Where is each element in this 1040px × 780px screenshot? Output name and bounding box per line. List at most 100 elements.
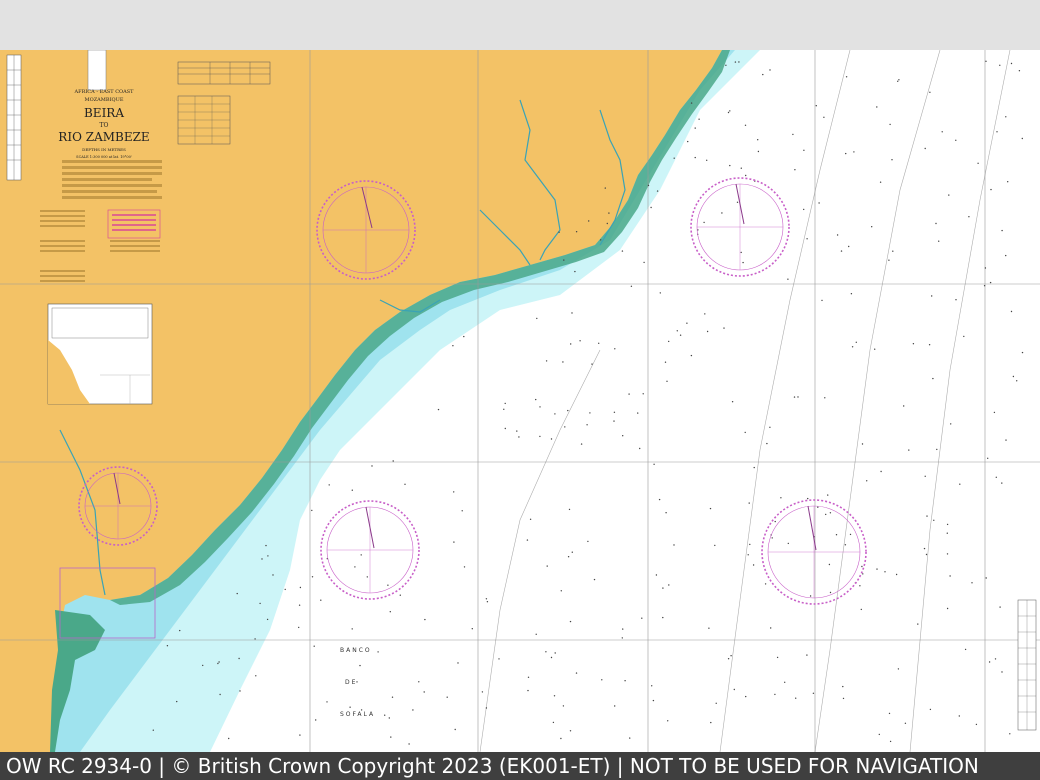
sounding-mark [614, 348, 616, 350]
sounding-mark [586, 424, 588, 426]
sounding-mark [1007, 181, 1009, 183]
sounding-mark [359, 664, 361, 667]
sounding-mark [749, 543, 751, 546]
sounding-mark [723, 327, 725, 329]
sounding-mark [733, 688, 735, 691]
sounding-mark [745, 174, 747, 177]
sounding-mark [418, 681, 420, 683]
sounding-mark [806, 654, 808, 656]
sounding-mark [889, 740, 892, 743]
sounding-mark [454, 728, 456, 731]
sounding-mark [535, 633, 537, 635]
sounding-mark [932, 377, 934, 380]
sounding-mark [955, 299, 957, 301]
sounding-mark [437, 408, 440, 411]
sounding-mark [647, 184, 650, 187]
sounding-mark [284, 588, 286, 591]
sounding-mark [404, 483, 406, 485]
sounding-mark [727, 111, 730, 114]
sounding-mark [975, 723, 978, 726]
sounding-mark [621, 250, 624, 252]
sounding-mark [866, 480, 868, 482]
sounding-mark [948, 194, 950, 196]
sounding-mark [546, 565, 548, 567]
sounding-mark [771, 537, 773, 539]
sounding-mark [527, 676, 530, 678]
sounding-mark [622, 628, 624, 630]
sounding-mark [710, 721, 712, 724]
copyright-caption: OW RC 2934-0 | © British Crown Copyright… [0, 752, 1040, 780]
sounding-mark [855, 341, 857, 343]
sounding-mark [651, 685, 653, 687]
sounding-mark [938, 240, 940, 242]
sounding-mark [360, 554, 362, 556]
sounding-mark [787, 278, 789, 280]
sounding-mark [463, 335, 465, 338]
sounding-mark [539, 406, 541, 408]
sounding-mark [825, 513, 827, 516]
sounding-mark [851, 346, 854, 348]
sounding-mark [662, 616, 664, 619]
sounding-mark [731, 401, 734, 403]
sounding-mark [166, 645, 169, 647]
sounding-mark [744, 431, 746, 434]
chart-subtitle-1: DEPTHS IN METRES [82, 147, 126, 152]
sounding-mark [481, 691, 484, 693]
sounding-mark [853, 151, 855, 153]
sounding-mark [821, 299, 823, 302]
sounding-mark [842, 685, 844, 688]
sounding-mark [703, 221, 705, 224]
sounding-mark [1005, 254, 1007, 257]
sounding-mark [575, 672, 578, 674]
sounding-mark [946, 532, 948, 534]
sounding-mark [935, 222, 937, 225]
sounding-mark [567, 409, 569, 412]
sounding-mark [824, 397, 826, 399]
sounding-mark [776, 656, 779, 659]
sounding-mark [504, 402, 506, 405]
sounding-mark [704, 313, 706, 315]
sounding-mark [266, 618, 269, 621]
sounding-mark [679, 334, 682, 336]
sounding-mark [829, 512, 832, 514]
sounding-mark [690, 354, 693, 357]
sounding-mark [628, 393, 630, 395]
sounding-mark [715, 702, 717, 704]
sounding-mark [446, 696, 448, 698]
sounding-mark [946, 607, 949, 610]
sounding-mark [742, 261, 744, 264]
sounding-mark [827, 494, 829, 496]
sounding-mark [849, 533, 852, 536]
sounding-mark [1021, 137, 1023, 140]
sounding-mark [941, 131, 943, 133]
sounding-mark [313, 645, 315, 647]
sounding-mark [757, 139, 759, 141]
sounding-mark [238, 657, 240, 660]
sounding-mark [217, 662, 219, 665]
sounding-mark [624, 680, 626, 682]
nautical-chart[interactable]: AFRICA - EAST COAST MOZAMBIQUE BEIRA TO … [0, 50, 1040, 752]
sounding-mark [931, 295, 933, 297]
sounding-mark [614, 705, 616, 707]
banco-label-1: BANCO [340, 647, 372, 654]
sounding-mark [725, 64, 727, 66]
sounding-mark [984, 267, 987, 269]
sounding-mark [571, 551, 573, 553]
sounding-mark [668, 584, 670, 586]
sounding-mark [516, 430, 518, 432]
sounding-mark [792, 133, 794, 136]
sounding-mark [797, 396, 799, 398]
sounding-mark [1018, 70, 1021, 72]
sounding-mark [639, 447, 641, 450]
sounding-mark [604, 187, 606, 189]
sounding-mark [569, 730, 572, 732]
sounding-mark [1010, 62, 1013, 65]
sounding-mark [650, 206, 652, 209]
sounding-mark [408, 743, 410, 745]
sounding-mark [729, 110, 731, 112]
sounding-mark [803, 149, 805, 151]
sounding-mark [955, 139, 957, 141]
sounding-mark [621, 637, 623, 639]
sounding-mark [950, 423, 952, 425]
region-line-1: AFRICA - EAST COAST [73, 89, 134, 95]
